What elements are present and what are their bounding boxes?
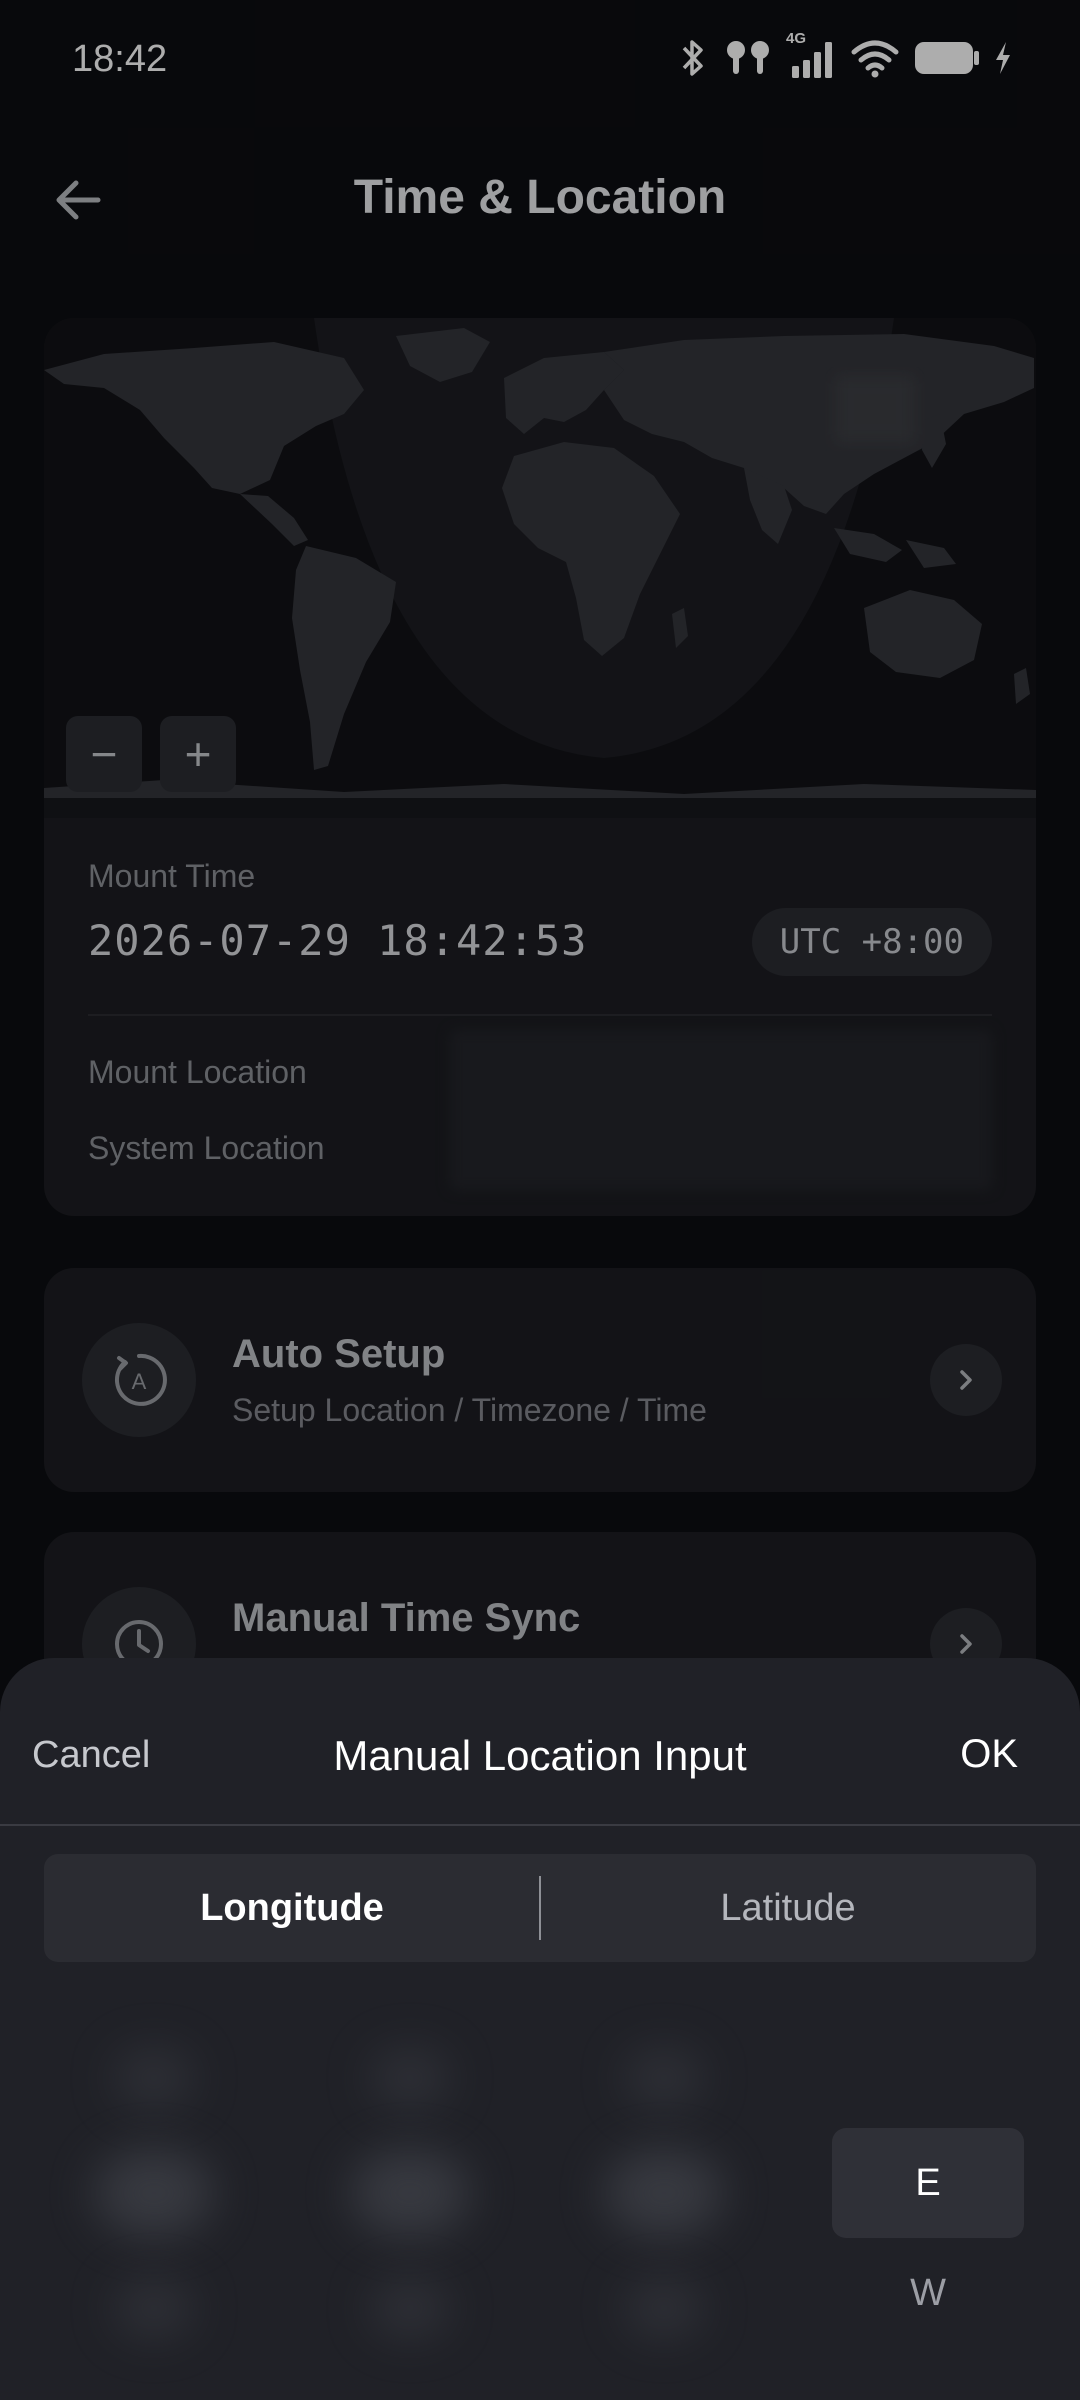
- picker-column-seconds[interactable]: [564, 2028, 764, 2368]
- coordinate-tabs: Longitude Latitude: [44, 1854, 1036, 1962]
- picker-column-minutes[interactable]: [310, 2028, 510, 2368]
- sheet-title: Manual Location Input: [333, 1732, 747, 1779]
- manual-location-sheet: Cancel Manual Location Input OK Longitud…: [0, 1658, 1080, 2400]
- screen: 18:42 4G Time & Location − + Mount Time …: [0, 0, 1080, 2400]
- tab-latitude[interactable]: Latitude: [540, 1854, 1036, 1962]
- sheet-divider: [0, 1824, 1080, 1826]
- direction-east-option[interactable]: E: [832, 2128, 1024, 2238]
- coordinate-wheel-picker[interactable]: [44, 2028, 768, 2368]
- ok-button[interactable]: OK: [960, 1732, 1018, 1777]
- direction-west-option[interactable]: W: [832, 2238, 1024, 2348]
- tab-longitude[interactable]: Longitude: [44, 1854, 540, 1962]
- picker-column-degrees[interactable]: [54, 2028, 254, 2368]
